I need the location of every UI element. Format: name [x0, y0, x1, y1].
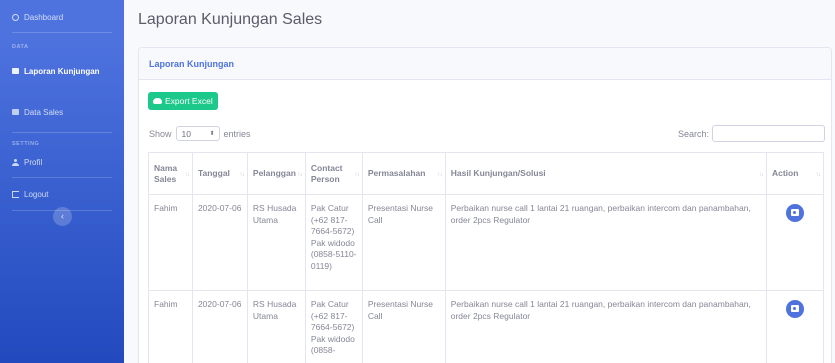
- sidebar-item-data-sales[interactable]: Data Sales: [0, 102, 124, 122]
- cell-hasil: Perbaikan nurse call 1 lantai 21 ruangan…: [444, 194, 767, 291]
- entries-value: 10: [181, 128, 191, 139]
- logout-icon: [12, 190, 19, 198]
- search-control: Search:: [678, 125, 825, 142]
- folder-icon: [12, 68, 19, 74]
- column-header-action[interactable]: Action ↑↓: [765, 152, 825, 195]
- sidebar-divider: [12, 177, 112, 178]
- column-header-contact-person[interactable]: Contact Person ↑↓: [304, 152, 363, 195]
- sidebar-item-label: Logout: [24, 189, 49, 199]
- table-row: Fahim 2020-07-06 RS Husada Utama Pak Cat…: [148, 290, 825, 363]
- dashboard-icon: [12, 13, 19, 21]
- sidebar-item-label: Profil: [24, 157, 43, 167]
- folder-icon: [12, 109, 19, 115]
- main-content: Laporan Kunjungan Sales Laporan Kunjunga…: [124, 0, 835, 363]
- cell-contact: Pak Catur (+62 817-7664-5672) Pak widodo…: [304, 194, 363, 291]
- column-header-label: Pelanggan: [252, 168, 296, 178]
- column-header-permasalahan[interactable]: Permasalahan ↑↓: [361, 152, 446, 195]
- column-header-label: Tanggal: [197, 168, 230, 178]
- cell-action: [765, 290, 825, 363]
- export-excel-button[interactable]: Export Excel: [148, 92, 218, 110]
- user-icon: [12, 158, 19, 166]
- column-header-hasil[interactable]: Hasil Kunjungan/Solusi ↑↓: [444, 152, 767, 195]
- sidebar-item-dashboard[interactable]: Dashboard: [0, 7, 124, 27]
- page-title: Laporan Kunjungan Sales: [138, 11, 323, 28]
- sort-icon: ↑↓: [437, 171, 442, 178]
- sort-icon: ↑↓: [184, 171, 189, 178]
- cell-nama: Fahim: [148, 194, 193, 291]
- card-title: Laporan Kunjungan: [139, 48, 831, 80]
- table-header-row: Nama Sales ↑↓ Tanggal ↑↓ Pelanggan ↑↓ Conta…: [148, 152, 825, 195]
- column-header-label: Nama Sales: [154, 162, 178, 184]
- column-header-label: Contact Person: [310, 162, 343, 184]
- search-label: Search:: [677, 128, 709, 139]
- sidebar-item-label: Data Sales: [24, 107, 64, 117]
- column-header-pelanggan[interactable]: Pelanggan ↑↓: [246, 152, 306, 195]
- cell-action: [765, 194, 825, 291]
- entries-control: Show 10 ⬍ entries: [149, 126, 251, 141]
- sidebar-divider: [12, 132, 112, 133]
- table-row: Fahim 2020-07-06 RS Husada Utama Pak Cat…: [148, 194, 825, 291]
- cell-tanggal: 2020-07-06: [191, 290, 248, 363]
- cloud-upload-icon: [153, 98, 162, 104]
- cell-tanggal: 2020-07-06: [191, 194, 248, 291]
- view-photo-button[interactable]: [785, 300, 804, 318]
- select-arrows-icon: ⬍: [209, 131, 215, 137]
- view-photo-button[interactable]: [785, 204, 804, 222]
- entries-select[interactable]: 10 ⬍: [175, 126, 220, 141]
- sidebar: Dashboard DATA Laporan Kunjungan Data Sa…: [0, 0, 124, 363]
- cell-hasil: Perbaikan nurse call 1 lantai 21 ruangan…: [444, 290, 767, 363]
- chevron-left-icon: ‹: [61, 211, 64, 221]
- cell-pelanggan: RS Husada Utama: [246, 194, 306, 291]
- column-header-tanggal[interactable]: Tanggal ↑↓: [191, 152, 248, 195]
- sidebar-toggle-button[interactable]: ‹: [53, 207, 72, 226]
- column-header-label: Hasil Kunjungan/Solusi: [450, 168, 546, 178]
- sidebar-item-label: Dashboard: [24, 12, 64, 22]
- cell-pelanggan: RS Husada Utama: [246, 290, 306, 363]
- search-input[interactable]: [712, 125, 825, 142]
- show-label: Show: [149, 128, 172, 139]
- report-table: Nama Sales ↑↓ Tanggal ↑↓ Pelanggan ↑↓ Conta…: [148, 152, 825, 363]
- sidebar-item-laporan-kunjungan[interactable]: Laporan Kunjungan: [0, 61, 124, 81]
- column-header-label: Permasalahan: [367, 168, 426, 178]
- column-header-nama-sales[interactable]: Nama Sales ↑↓: [148, 152, 193, 195]
- column-header-label: Action: [771, 168, 799, 178]
- camera-icon: [790, 209, 799, 216]
- sort-icon: ↑↓: [354, 171, 359, 178]
- sidebar-item-logout[interactable]: Logout: [0, 184, 124, 204]
- report-card: Laporan Kunjungan Export Excel Show 10 ⬍…: [138, 47, 832, 363]
- entries-label: entries: [223, 128, 251, 139]
- sort-icon: ↑↓: [297, 171, 302, 178]
- cell-permasalahan: Presentasi Nurse Call: [361, 290, 446, 363]
- cell-nama: Fahim: [148, 290, 193, 363]
- cell-contact: Pak Catur (+62 817-7664-5672) Pak widodo…: [304, 290, 363, 363]
- camera-icon: [790, 305, 799, 312]
- export-excel-label: Export Excel: [165, 96, 213, 106]
- sidebar-heading-data: DATA: [12, 44, 29, 50]
- sort-icon: ↑↓: [239, 171, 244, 178]
- sort-icon: ↑↓: [758, 171, 763, 178]
- sidebar-divider: [12, 32, 112, 33]
- sidebar-heading-setting: SETTING: [12, 141, 40, 147]
- sort-icon: ↑↓: [815, 171, 821, 178]
- sidebar-item-label: Laporan Kunjungan: [24, 66, 100, 76]
- cell-permasalahan: Presentasi Nurse Call: [361, 194, 446, 291]
- sidebar-item-profil[interactable]: Profil: [0, 152, 124, 172]
